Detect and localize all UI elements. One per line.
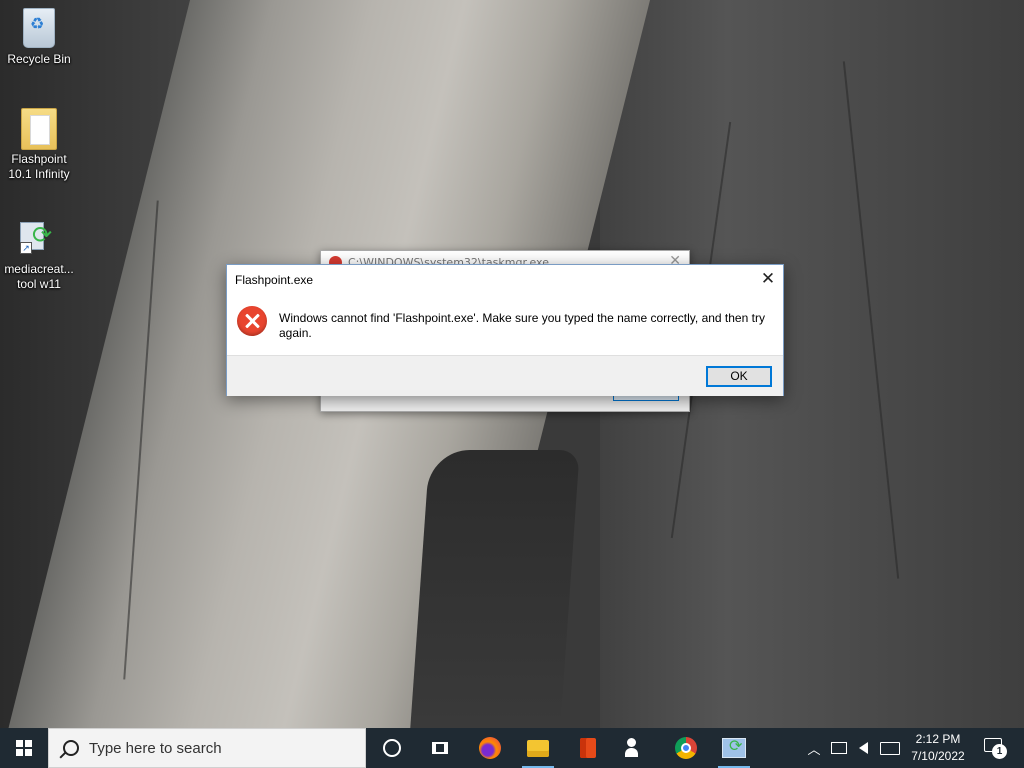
ok-button[interactable]: OK [706,366,772,387]
show-hidden-icons-button[interactable]: ︿ [804,728,824,768]
taskbar-people[interactable] [612,728,660,768]
chevron-up-icon: ︿ [807,741,821,757]
media-creation-tool-icon [722,736,746,758]
close-button[interactable]: ✕ [753,265,783,293]
desktop-icon-label: Recycle Bin [7,52,71,66]
taskbar-media-creation-tool[interactable] [710,728,758,768]
search-box[interactable]: Type here to search [48,728,366,768]
task-view-icon [432,742,448,754]
cortana-icon [383,739,401,757]
start-button[interactable] [0,728,48,768]
firefox-icon [479,737,501,759]
desktop-icon-label: mediacreat... tool w11 [4,262,74,291]
dialog-titlebar: Flashpoint.exe ✕ [227,265,783,295]
taskbar-file-explorer[interactable] [514,728,562,768]
desktop-icon-label: Flashpoint 10.1 Infinity [8,152,70,181]
clock[interactable]: 2:12 PM 7/10/2022 [906,731,970,765]
desktop: Recycle Bin Flashpoint 10.1 Infinity ⟳ ↗… [0,0,1024,728]
dialog-message: Windows cannot find 'Flashpoint.exe'. Ma… [279,311,765,340]
recycle-bin-icon [19,8,59,50]
clock-date: 7/10/2022 [911,749,965,763]
taskbar-firefox[interactable] [466,728,514,768]
volume-button[interactable] [852,728,874,768]
taskbar-office[interactable] [564,728,612,768]
notification-center-button[interactable]: 1 [982,736,1008,760]
search-placeholder: Type here to search [89,740,222,757]
search-icon [63,740,79,756]
error-icon [237,306,267,336]
media-creation-tool-icon: ⟳ ↗ [19,218,59,260]
dialog-body: Windows cannot find 'Flashpoint.exe'. Ma… [227,295,783,355]
dialog-title: Flashpoint.exe [235,273,314,287]
windows-logo-icon [16,740,32,756]
chrome-icon [675,737,697,759]
taskbar: Type here to search ︿ 2:12 PM 7/10/2022 [0,728,1024,768]
desktop-icon-mediacreationtool[interactable]: ⟳ ↗ mediacreat... tool w11 [1,218,77,292]
cortana-button[interactable] [368,728,416,768]
file-explorer-icon [527,739,549,757]
people-icon [625,738,647,758]
desktop-icon-recycle-bin[interactable]: Recycle Bin [1,8,77,67]
taskbar-chrome[interactable] [662,728,710,768]
network-button[interactable] [828,728,850,768]
notification-count: 1 [992,744,1007,759]
desktop-icon-flashpoint[interactable]: Flashpoint 10.1 Infinity [1,108,77,182]
wallpaper-rock-shadow [410,450,580,728]
volume-icon [858,742,868,754]
folder-icon [19,108,59,150]
network-icon [831,742,847,754]
clock-time: 2:12 PM [915,732,961,746]
keyboard-button[interactable] [876,728,904,768]
office-icon [580,738,596,758]
keyboard-icon [880,741,900,755]
dialog-footer: OK [227,355,783,396]
error-dialog: Flashpoint.exe ✕ Windows cannot find 'Fl… [226,264,784,396]
task-view-button[interactable] [416,728,464,768]
